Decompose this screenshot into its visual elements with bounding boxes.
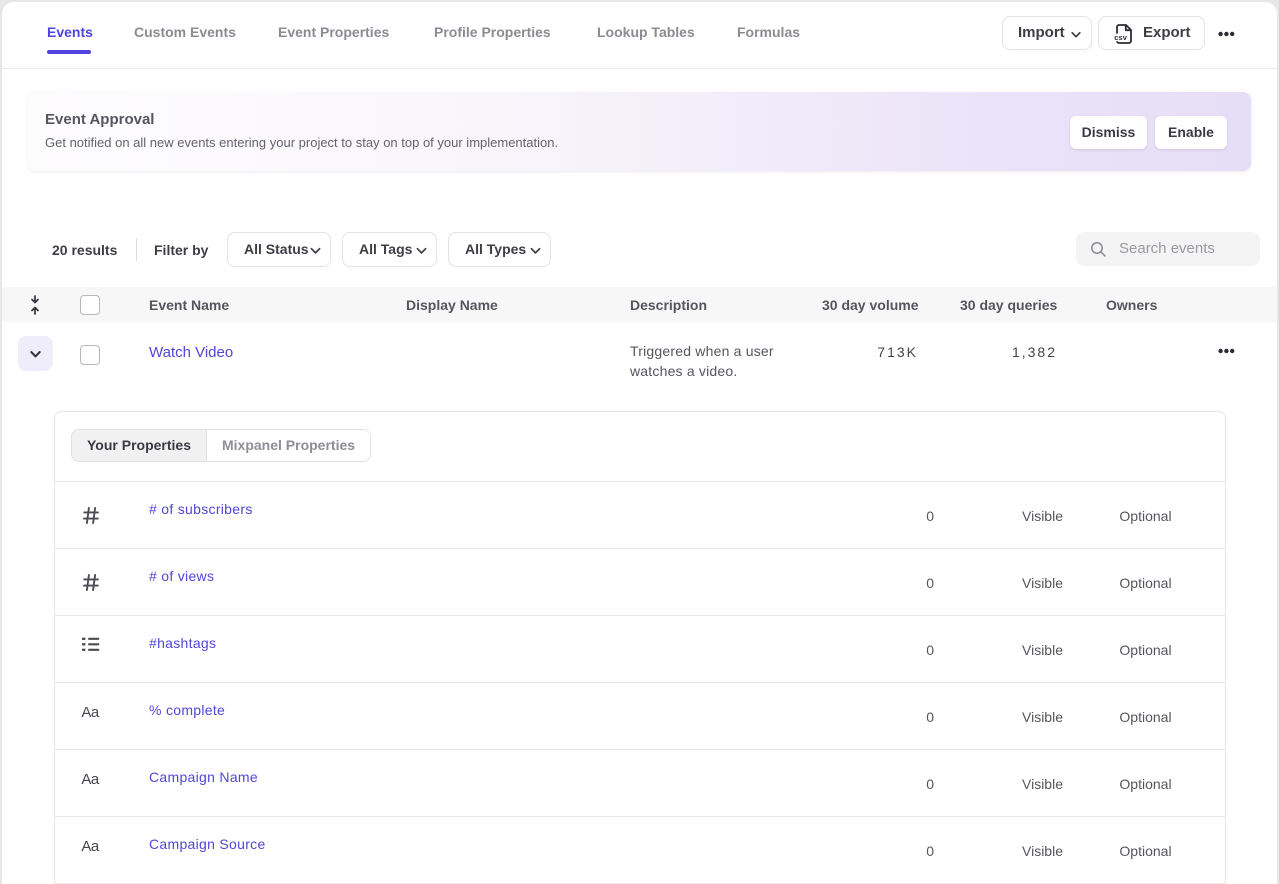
svg-text:csv: csv <box>1114 33 1128 42</box>
